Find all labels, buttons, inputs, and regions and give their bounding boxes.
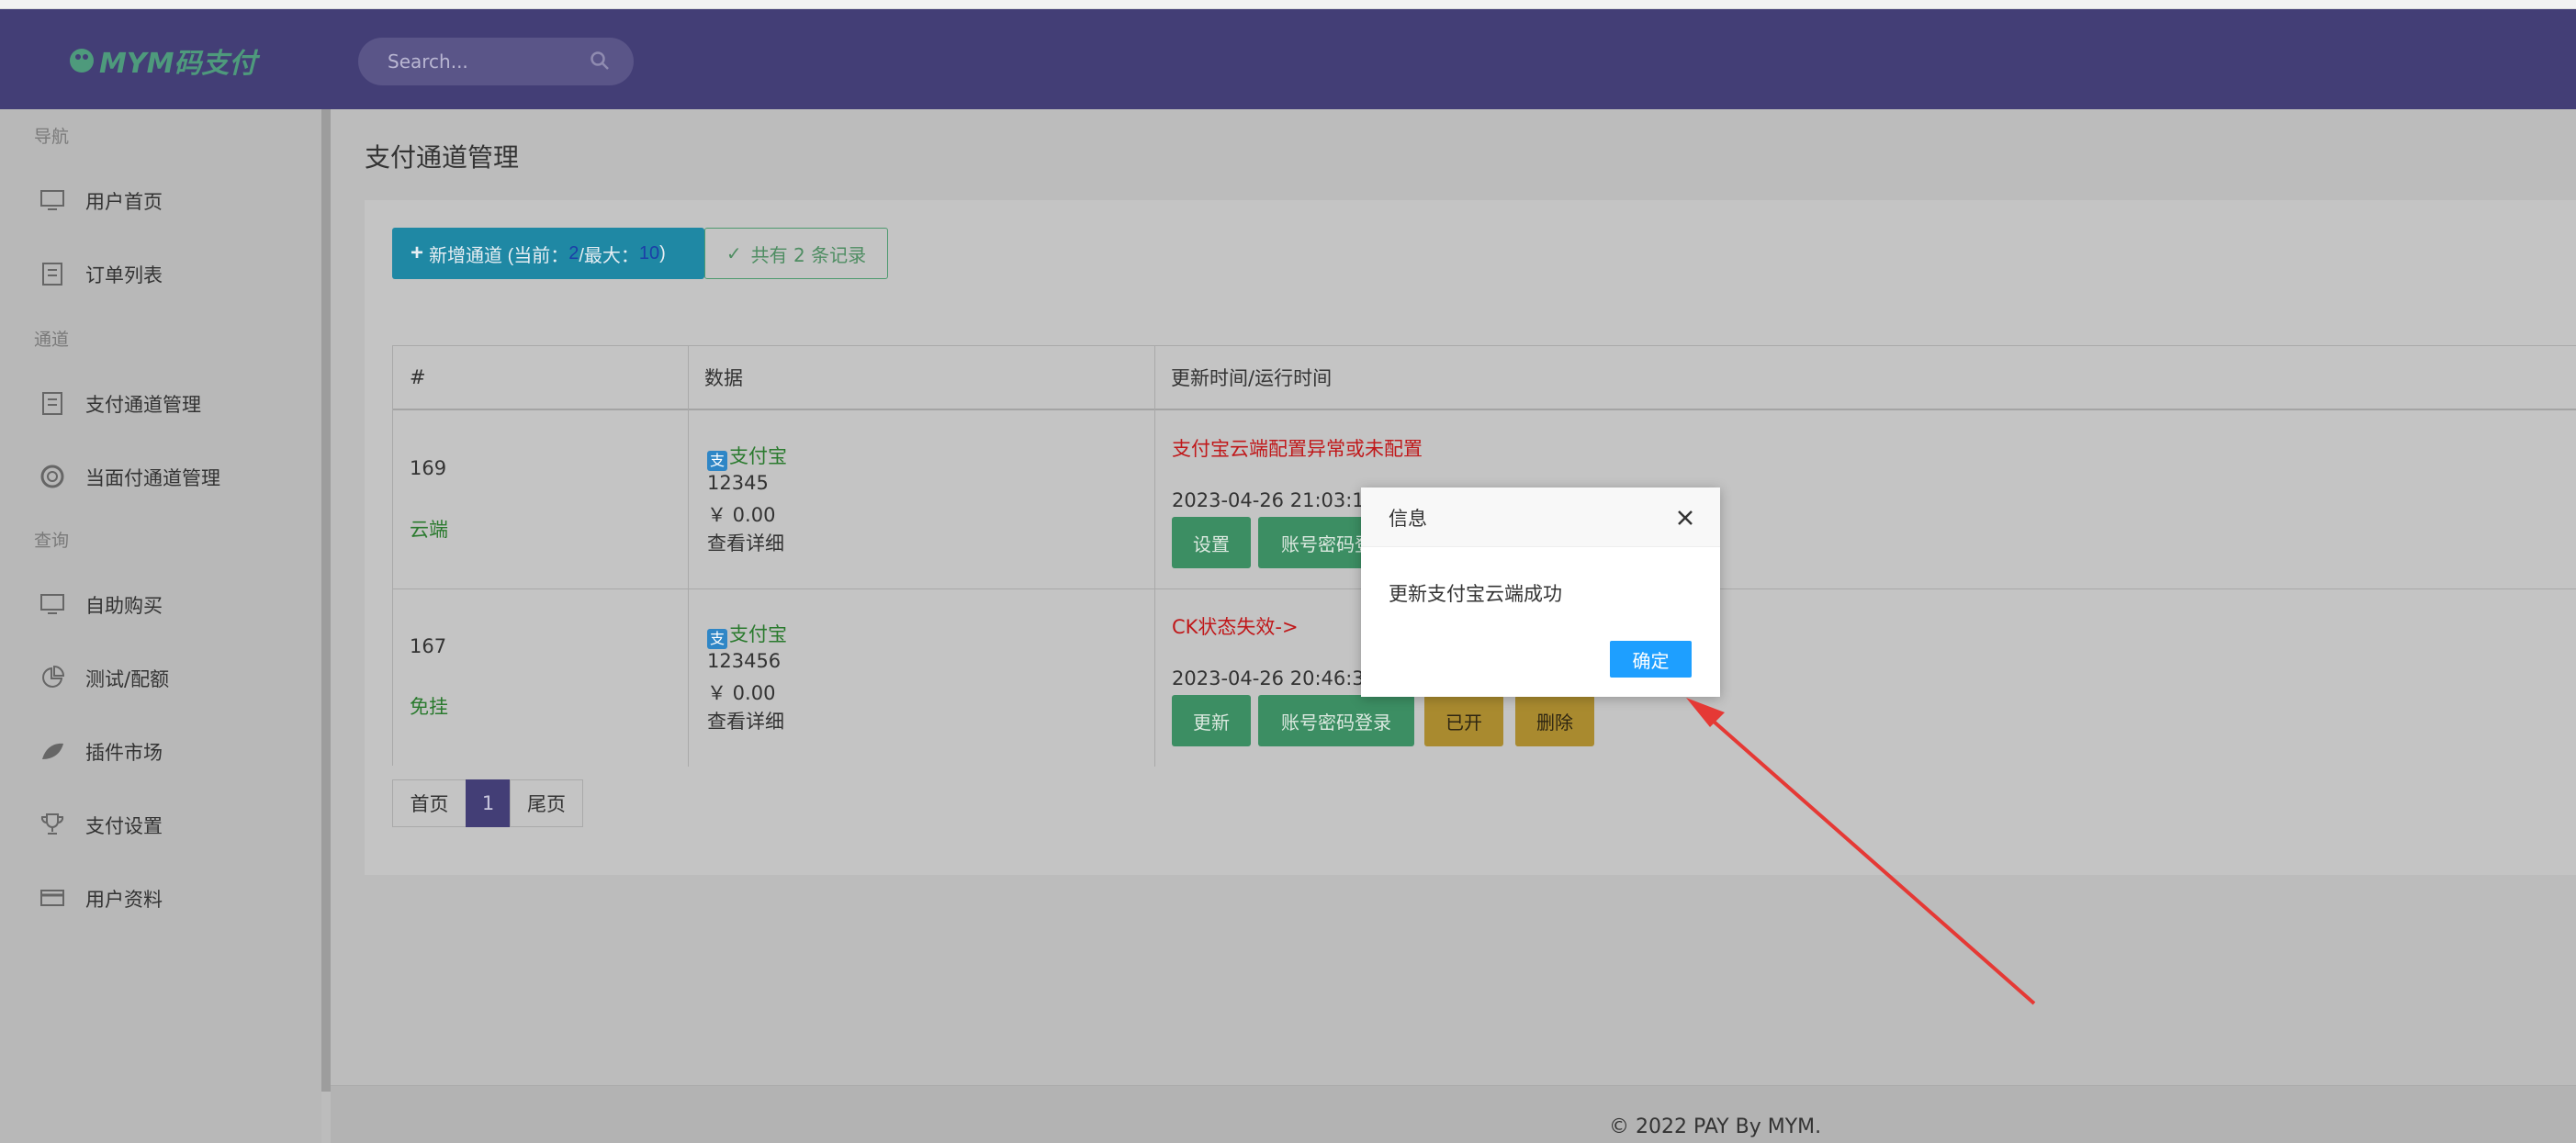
enabled-toggle-button[interactable]: 已开 bbox=[1424, 695, 1503, 746]
sidebar-item-label: 用户资料 bbox=[85, 889, 163, 911]
status-text: CK状态失效-> bbox=[1172, 616, 1299, 638]
update-time: 2023-04-26 20:46:33 bbox=[1172, 667, 1378, 689]
sidebar-item-label: 订单列表 bbox=[85, 264, 163, 286]
column-header-data: 数据 bbox=[704, 367, 743, 389]
info-dialog: 信息 更新支付宝云端成功 确定 bbox=[1361, 487, 1720, 697]
update-button[interactable]: 更新 bbox=[1172, 695, 1251, 746]
monitor-icon bbox=[40, 594, 64, 614]
logo-text: MYM码支付 bbox=[99, 48, 257, 80]
row-id: 169 bbox=[410, 457, 447, 479]
status-text: 支付宝云端配置异常或未配置 bbox=[1172, 438, 1423, 460]
clipboard-icon bbox=[42, 263, 62, 286]
add-button-prefix: 新增通道 (当前： bbox=[429, 245, 569, 266]
sidebar-item-f2f-channels[interactable]: 当面付通道管理 bbox=[0, 452, 321, 503]
sidebar-item-payment-settings[interactable]: 支付设置 bbox=[0, 800, 321, 851]
page-title: 支付通道管理 bbox=[365, 142, 520, 173]
nav-group-label: 查询 bbox=[34, 531, 70, 551]
dialog-title: 信息 bbox=[1389, 508, 1427, 530]
channel-name-text: 支付宝 bbox=[729, 445, 787, 467]
search-icon[interactable] bbox=[590, 50, 610, 71]
account: 12345 bbox=[707, 472, 769, 494]
column-divider bbox=[1154, 346, 1155, 767]
sidebar: 导航 用户首页 订单列表 通道 支付通道管理 当面付通道管理 查询 自助购买 测… bbox=[0, 109, 321, 1143]
row-id: 167 bbox=[410, 635, 447, 657]
column-header-time: 更新时间/运行时间 bbox=[1171, 367, 1333, 389]
lifebuoy-icon bbox=[40, 465, 64, 488]
logo[interactable]: MYM码支付 bbox=[70, 42, 257, 80]
alipay-icon: 支 bbox=[707, 629, 727, 649]
nav-group-label: 通道 bbox=[34, 330, 70, 350]
sidebar-item-test-quota[interactable]: 测试/配额 bbox=[0, 653, 321, 704]
footer bbox=[331, 1085, 2576, 1143]
nav-group-label: 导航 bbox=[34, 127, 70, 147]
top-header: MYM码支付 bbox=[0, 9, 2576, 109]
sidebar-item-label: 插件市场 bbox=[85, 742, 163, 764]
sidebar-item-order-list[interactable]: 订单列表 bbox=[0, 249, 321, 300]
pie-chart-icon bbox=[42, 665, 65, 688]
sidebar-item-label: 支付设置 bbox=[85, 815, 163, 837]
dialog-message: 更新支付宝云端成功 bbox=[1389, 583, 1562, 605]
settings-button[interactable]: 设置 bbox=[1172, 517, 1251, 568]
view-detail-link[interactable]: 查看详细 bbox=[707, 707, 784, 734]
sidebar-item-label: 支付通道管理 bbox=[85, 394, 201, 416]
check-icon: ✓ bbox=[726, 242, 742, 264]
pager-last-button[interactable]: 尾页 bbox=[510, 779, 583, 827]
column-header-id: # bbox=[410, 366, 426, 388]
sidebar-item-label: 当面付通道管理 bbox=[85, 467, 220, 489]
header-divider bbox=[393, 409, 2576, 410]
record-count-label: 共有 2 条记录 bbox=[750, 243, 867, 266]
sidebar-item-user-home[interactable]: 用户首页 bbox=[0, 175, 321, 227]
pager-first-button[interactable]: 首页 bbox=[392, 779, 467, 827]
row-type: 免挂 bbox=[410, 696, 448, 718]
dialog-header: 信息 bbox=[1361, 487, 1720, 547]
logo-icon bbox=[70, 49, 94, 73]
account: 123456 bbox=[707, 650, 782, 672]
sidebar-item-payment-channels[interactable]: 支付通道管理 bbox=[0, 378, 321, 430]
sidebar-item-label: 用户首页 bbox=[85, 191, 163, 213]
current-count: 2 bbox=[568, 242, 579, 263]
footer-text: © 2022 PAY By MYM. bbox=[1609, 1115, 1822, 1138]
trophy-icon bbox=[40, 813, 64, 835]
leaf-icon bbox=[42, 743, 63, 759]
plus-icon: + bbox=[411, 241, 424, 265]
record-count-button[interactable]: ✓ 共有 2 条记录 bbox=[704, 228, 888, 279]
amount: ￥ 0.00 bbox=[707, 504, 776, 526]
add-channel-button[interactable]: + 新增通道 (当前： 2 /最大： 10 ) bbox=[392, 228, 704, 279]
confirm-button[interactable]: 确定 bbox=[1610, 641, 1692, 678]
delete-button[interactable]: 删除 bbox=[1515, 695, 1594, 746]
pager-current-page[interactable]: 1 bbox=[466, 779, 511, 827]
add-button-mid: /最大： bbox=[579, 245, 639, 266]
channel-name-text: 支付宝 bbox=[729, 623, 787, 645]
view-detail-link[interactable]: 查看详细 bbox=[707, 529, 784, 556]
add-button-suffix: ) bbox=[659, 242, 666, 263]
alipay-icon: 支 bbox=[707, 451, 727, 471]
clipboard-icon bbox=[42, 392, 62, 415]
sidebar-item-user-profile[interactable]: 用户资料 bbox=[0, 873, 321, 924]
close-icon[interactable] bbox=[1673, 506, 1697, 530]
monitor-icon bbox=[40, 190, 64, 210]
sidebar-item-self-purchase[interactable]: 自助购买 bbox=[0, 579, 321, 631]
update-time: 2023-04-26 21:03:11 bbox=[1172, 489, 1378, 511]
search-input[interactable] bbox=[386, 38, 588, 85]
sidebar-item-label: 自助购买 bbox=[85, 595, 163, 617]
browser-top-strip bbox=[0, 0, 2576, 9]
channel-name: 支支付宝 bbox=[707, 620, 787, 649]
password-login-button[interactable]: 账号密码登录 bbox=[1258, 695, 1414, 746]
row-type: 云端 bbox=[410, 519, 448, 541]
column-divider bbox=[688, 346, 689, 767]
channel-name: 支支付宝 bbox=[707, 442, 787, 471]
sidebar-item-label: 测试/配额 bbox=[85, 668, 170, 690]
max-count: 10 bbox=[638, 242, 660, 263]
sidebar-scrollbar[interactable] bbox=[321, 109, 331, 1092]
card-icon bbox=[40, 890, 64, 906]
amount: ￥ 0.00 bbox=[707, 682, 776, 704]
sidebar-item-plugin-market[interactable]: 插件市场 bbox=[0, 726, 321, 778]
